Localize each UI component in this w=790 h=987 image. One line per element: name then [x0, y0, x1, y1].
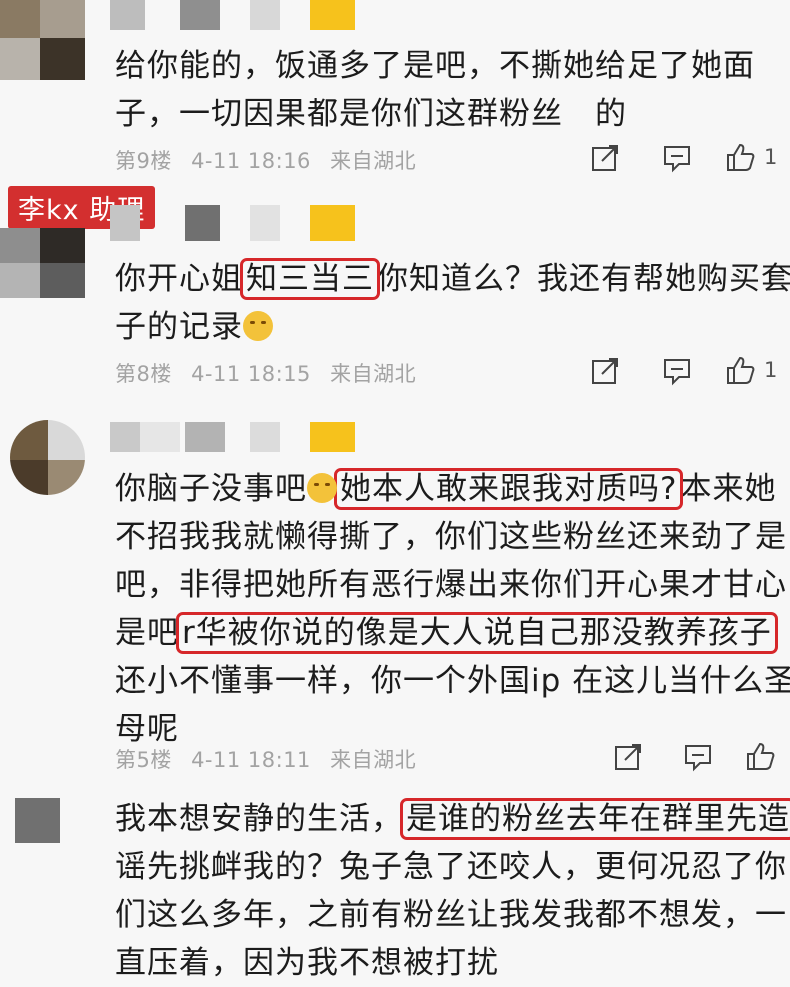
like-icon[interactable] [745, 741, 775, 771]
text-segment: 吧，非得把她所有恶行爆出来你们开心果才甘心 [115, 567, 787, 603]
avatar[interactable] [0, 0, 85, 80]
comment-text-line: 谣先挑衅我的？兔子急了还咬人，更何况忍了你 [115, 843, 786, 891]
reply-icon[interactable] [662, 356, 692, 386]
text-segment: 本来她 [680, 471, 777, 507]
username-mosaic [110, 422, 360, 452]
comment-text-line: 子，一切因果都是你们这群粉丝 的 [115, 90, 775, 138]
comment-text: 给你能的，饭通多了是吧，不撕她给足了她面 子，一切因果都是你们这群粉丝 的 [115, 42, 775, 138]
comment-location: 来自湖北 [330, 362, 417, 386]
comment-text-line: 不招我我就懒得撕了，你们这些粉丝还来劲了是 [115, 513, 786, 561]
text-segment: 谣先挑衅我的？兔子急了还咬人，更何况忍了你 [115, 849, 787, 885]
comment-location: 来自湖北 [330, 748, 417, 772]
comment-time: 4-11 18:16 [191, 149, 311, 173]
text-segment: 子，一切因果都是你们这群粉丝 的 [115, 96, 627, 132]
avatar[interactable] [10, 420, 85, 495]
username-mosaic [110, 205, 360, 241]
text-segment: 给你能的，饭通多了是吧，不撕她给足了她面 [115, 48, 755, 84]
smile-emoji [307, 473, 337, 503]
floor-number: 第9楼 [115, 149, 172, 173]
comment-meta: 第8楼 4-11 18:15 来自湖北 [115, 358, 428, 388]
comment-text: 你开心姐知三当三你知道么？我还有帮她购买套子的记录 [115, 255, 790, 351]
reply-icon[interactable] [662, 143, 692, 173]
comment-text: 我本想安静的生活，是谁的粉丝去年在群里先造谣先挑衅我的？兔子急了还咬人，更何况忍… [115, 795, 790, 987]
like-count: 1 [764, 358, 778, 382]
text-segment: 你知道么？我还有帮她购买套 [377, 261, 790, 297]
like-count: 1 [764, 145, 778, 169]
floor-number: 第5楼 [115, 748, 172, 772]
text-segment: 还小不懂事一样，你一个外国ip 在这儿当什么圣 [115, 663, 790, 699]
text-segment: 你开心姐 [115, 261, 243, 297]
text-segment: 不招我我就懒得撕了，你们这些粉丝还来劲了是 [115, 519, 787, 555]
share-icon[interactable] [590, 356, 620, 386]
like-icon[interactable] [725, 355, 755, 385]
comment-text-line: 吧，非得把她所有恶行爆出来你们开心果才甘心 [115, 561, 786, 609]
share-icon[interactable] [590, 143, 620, 173]
comment-time: 4-11 18:15 [191, 362, 311, 386]
text-segment: 你脑子没事吧 [115, 471, 307, 507]
smile-emoji [243, 311, 273, 341]
text-segment: 们这么多年，之前有粉丝让我发我都不想发，一 [115, 897, 787, 933]
like-icon[interactable] [725, 142, 755, 172]
text-segment: 是吧 [115, 615, 179, 651]
reply-icon[interactable] [683, 742, 713, 772]
comment-text-line: 你开心姐知三当三你知道么？我还有帮她购买套 [115, 255, 790, 303]
comment-text-line: 我本想安静的生活，是谁的粉丝去年在群里先造 [115, 795, 790, 843]
comment-text-line: 子的记录 [115, 303, 775, 351]
comment-text: 你脑子没事吧 她本人敢来跟我对质吗?本来她不招我我就懒得撕了，你们这些粉丝还来劲了… [115, 465, 790, 753]
text-segment: 母呢 [115, 711, 179, 747]
comment-meta: 第9楼 4-11 18:16 来自湖北 [115, 145, 428, 175]
text-segment: 子的记录 [115, 309, 243, 345]
comment-text-line: 是吧r华被你说的像是大人说自己那没教养孩子 [115, 609, 778, 657]
avatar[interactable] [0, 228, 85, 298]
comment-text-line: 你脑子没事吧 她本人敢来跟我对质吗?本来她 [115, 465, 775, 513]
username-mosaic [110, 0, 360, 30]
share-icon[interactable] [613, 742, 643, 772]
comment-meta: 第5楼 4-11 18:11 来自湖北 [115, 744, 428, 774]
text-segment: 我本想安静的生活， [115, 801, 403, 837]
floor-number: 第8楼 [115, 362, 172, 386]
comment-text-line: 们这么多年，之前有粉丝让我发我都不想发，一 [115, 891, 786, 939]
comment-location: 来自湖北 [330, 149, 417, 173]
highlighted-text: r华被你说的像是大人说自己那没教养孩子 [176, 612, 778, 654]
comment-text-line: 还小不懂事一样，你一个外国ip 在这儿当什么圣 [115, 657, 790, 705]
text-segment: 直压着，因为我不想被打扰 [115, 945, 499, 981]
comment-text-line: 直压着，因为我不想被打扰 [115, 939, 775, 987]
comment-time: 4-11 18:11 [191, 748, 311, 772]
comment-text-line: 给你能的，饭通多了是吧，不撕她给足了她面 [115, 42, 775, 90]
avatar[interactable] [15, 798, 60, 843]
highlighted-text: 知三当三 [240, 258, 380, 300]
highlighted-text: 是谁的粉丝去年在群里先造 [400, 798, 790, 840]
highlighted-text: 她本人敢来跟我对质吗? [333, 468, 684, 510]
